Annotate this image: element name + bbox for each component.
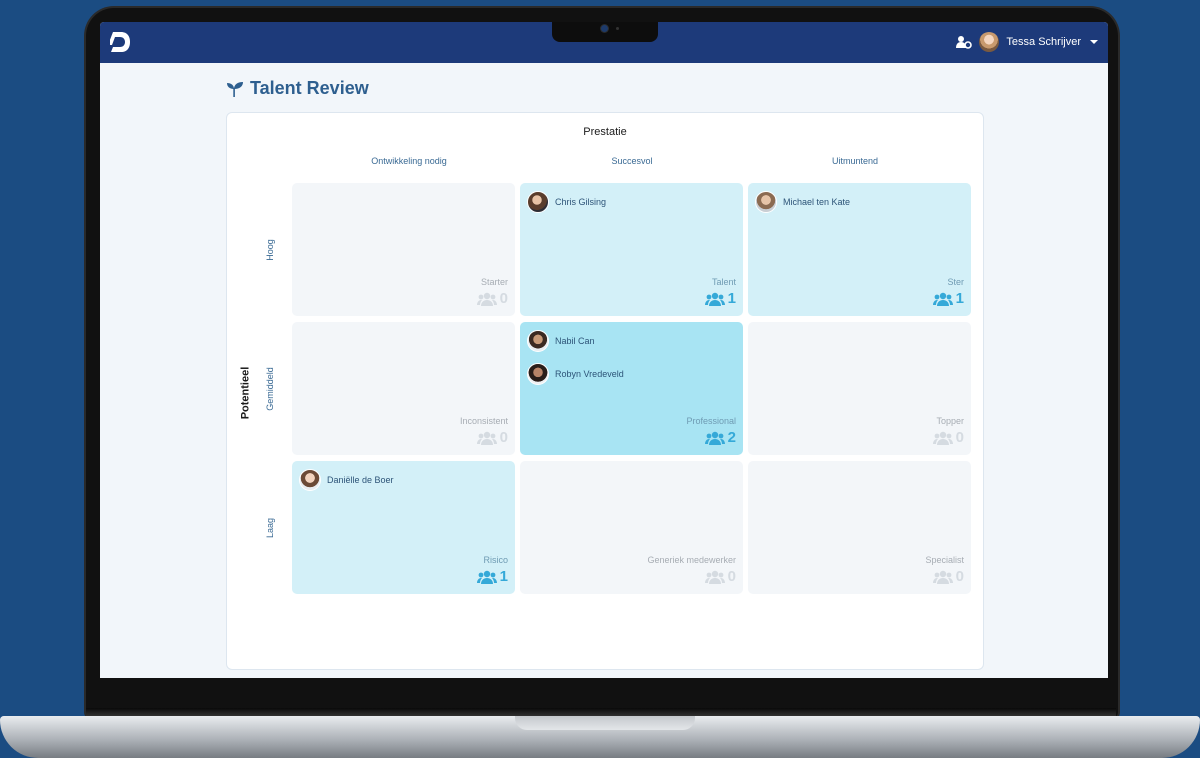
person-chip[interactable]: Robyn Vredeveld [527,363,624,385]
x-axis-title: Prestatie [583,126,627,138]
users-icon [704,431,725,445]
cell-count-value: 0 [499,290,508,307]
avatar [299,469,321,491]
avatar [527,330,549,352]
column-label-uitmuntend: Uitmuntend [831,156,879,166]
column-label-ontwikkeling-nodig: Ontwikkeling nodig [371,156,447,166]
cell-count-value: 1 [499,568,508,585]
cell-count-value: 0 [499,429,508,446]
chevron-down-icon[interactable] [1090,40,1098,44]
cell-label: Talent [711,277,736,287]
cell-count-value: 0 [955,429,964,446]
cell-count: 1 [932,290,964,307]
users-icon [932,292,953,306]
users-icon [704,292,725,306]
cell-count: 1 [476,568,508,585]
row-label-text: Hoog [264,239,275,261]
user-name[interactable]: Tessa Schrijver [1006,36,1081,48]
row-label-text: Laag [265,517,275,539]
grid-cell-specialist[interactable]: Specialist 0 [748,461,971,594]
row-label-hoog: Hoog [259,220,281,280]
cell-count: 0 [704,568,736,585]
camera-icon [601,25,608,32]
person-chip[interactable]: Michael ten Kate [755,191,850,213]
camera-notch [552,22,658,42]
page-title: Talent Review [226,78,369,99]
person-chip[interactable]: Daniëlle de Boer [299,469,394,491]
users-icon [932,431,953,445]
cell-count: 0 [476,290,508,307]
camera-sensor [616,27,619,30]
cell-count-value: 2 [727,429,736,446]
cell-count: 2 [704,429,736,446]
person-chip[interactable]: Nabil Can [527,330,595,352]
grid-cell-inconsistent[interactable]: Inconsistent 0 [292,322,515,455]
cell-label: Ster [947,277,964,287]
cell-label: Starter [480,277,508,287]
cell-count-value: 1 [727,290,736,307]
users-icon [704,570,725,584]
avatar [755,191,777,213]
app-screen: Tessa Schrijver Talent Review Prestatie … [100,22,1108,678]
users-icon [476,292,497,306]
cell-label: Inconsistent [459,416,508,426]
page-title-text: Talent Review [250,78,369,98]
avatar [527,363,549,385]
users-icon [476,570,497,584]
grid-cell-generiek-medewerker[interactable]: Generiek medewerker 0 [520,461,743,594]
users-icon [932,570,953,584]
person-name: Nabil Can [555,336,595,346]
cell-count: 0 [476,429,508,446]
cell-count: 1 [704,290,736,307]
person-chip[interactable]: Chris Gilsing [527,191,606,213]
y-axis-title: Potentieel [233,367,257,420]
grid-cell-starter[interactable]: Starter 0 [292,183,515,316]
person-name: Robyn Vredeveld [555,369,624,379]
cell-count: 0 [932,429,964,446]
row-label-gemiddeld: Gemiddeld [259,359,281,419]
avatar[interactable] [979,32,1000,52]
cell-count-value: 1 [955,290,964,307]
person-name: Michael ten Kate [783,197,851,207]
grid-cell-talent[interactable]: Chris Gilsing Talent 1 [520,183,743,316]
row-label-laag: Laag [259,498,281,558]
app-logo-icon[interactable] [110,30,132,54]
grid-cell-topper[interactable]: Topper 0 [748,322,971,455]
user-settings-icon[interactable] [956,35,973,49]
users-icon [476,431,497,445]
person-name: Chris Gilsing [555,197,607,207]
grid-cell-risico[interactable]: Daniëlle de Boer Risico 1 [292,461,515,594]
nine-box-grid-card: Prestatie Ontwikkeling nodig Succesvol U… [226,112,984,670]
grid-cell-professional[interactable]: Nabil Can Robyn Vredeveld Professional 2 [520,322,743,455]
cell-label: Professional [686,416,736,426]
cell-label: Generiek medewerker [647,555,736,565]
cell-count-value: 0 [955,568,964,585]
grid-cell-ster[interactable]: Michael ten Kate Ster 1 [748,183,971,316]
cell-label: Specialist [925,555,964,565]
laptop-opening-notch [515,716,695,730]
person-name: Daniëlle de Boer [327,475,394,485]
cell-label: Topper [936,416,964,426]
y-axis-title-text: Potentieel [239,366,252,420]
column-label-succesvol: Succesvol [611,156,653,166]
sprout-icon [227,81,243,97]
cell-count-value: 0 [727,568,736,585]
row-label-text: Gemiddeld [265,367,275,411]
avatar [527,191,549,213]
cell-label: Risico [483,555,508,565]
user-menu[interactable]: Tessa Schrijver [956,30,1098,54]
cell-count: 0 [932,568,964,585]
